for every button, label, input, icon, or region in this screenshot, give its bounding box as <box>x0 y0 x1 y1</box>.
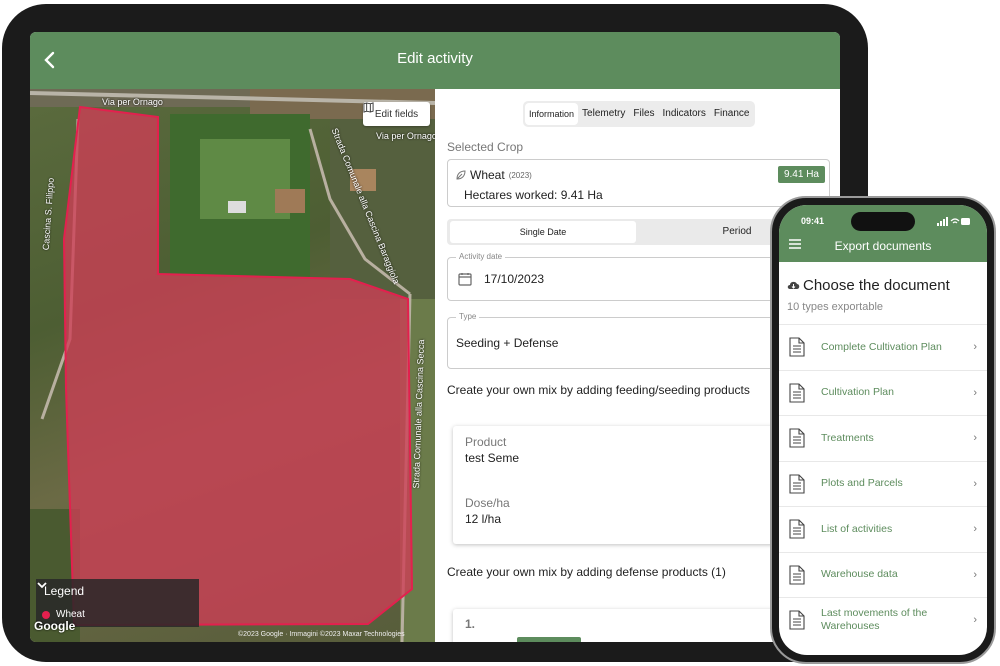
dose-value: 12 l/ha <box>465 512 502 526</box>
chevron-right-icon: › <box>973 386 977 399</box>
type-value: Seeding + Defense <box>456 336 559 350</box>
road-label: Via per Ornago <box>102 97 163 107</box>
heading-text: Choose the document <box>803 277 950 294</box>
document-label: Complete Cultivation Plan <box>821 340 942 353</box>
crop-name: Wheat <box>470 168 505 182</box>
document-icon <box>789 519 805 539</box>
google-logo: Google <box>34 619 76 633</box>
feeding-mix-instruction: Create your own mix by adding feeding/se… <box>447 383 750 397</box>
edit-fields-label: Edit fields <box>374 108 419 120</box>
crop-year: (2023) <box>508 170 532 180</box>
activity-date-legend: Activity date <box>456 252 506 261</box>
dynamic-island <box>851 212 915 231</box>
green-button-partial[interactable] <box>517 637 581 642</box>
calendar-icon <box>458 273 472 286</box>
leaf-icon <box>456 170 466 180</box>
single-date-option[interactable]: Single Date <box>450 221 636 243</box>
product-value: test Seme <box>465 451 520 465</box>
document-label: Cultivation Plan <box>821 386 894 399</box>
document-icon <box>789 610 805 630</box>
document-item[interactable]: Treatments › <box>779 415 987 461</box>
defense-product-card[interactable]: 1. <box>453 609 793 642</box>
wheat-color-swatch <box>42 610 50 619</box>
document-label: List of activities <box>821 522 893 535</box>
road-label: Via per Ornago <box>376 131 435 141</box>
tab-finance[interactable]: Finance <box>710 103 754 125</box>
dose-key: Dose/ha <box>465 496 510 510</box>
document-item[interactable]: Last movements of the Warehouses › <box>779 597 987 643</box>
document-list: Complete Cultivation Plan › Cultivation … <box>779 324 987 643</box>
document-icon <box>789 564 805 585</box>
crop-name-row: Wheat (2023) <box>456 168 532 182</box>
chevron-down-icon[interactable] <box>36 579 48 591</box>
chevron-right-icon: › <box>973 477 977 490</box>
cloud-download-icon <box>787 281 800 289</box>
document-label: Treatments <box>821 431 874 444</box>
document-item[interactable]: List of activities › <box>779 506 987 552</box>
hectares-badge: 9.41 Ha <box>777 166 825 183</box>
document-label: Last movements of the Warehouses <box>821 607 928 633</box>
product-card[interactable]: Product test Seme Dose/ha 12 l/ha <box>453 426 793 544</box>
tab-information[interactable]: Information <box>525 103 579 125</box>
page-title: Edit activity <box>397 50 473 67</box>
choose-document-heading: Choose the document <box>787 277 950 294</box>
tab-indicators[interactable]: Indicators <box>659 103 710 125</box>
selected-crop-card[interactable]: Wheat (2023) 9.41 Ha Hectares worked: 9.… <box>447 159 830 207</box>
status-icons <box>937 217 970 226</box>
document-icon <box>789 337 805 357</box>
tablet-screen: Edit activity Edit fields Via per Ornago… <box>30 32 840 642</box>
defense-item-number: 1. <box>465 617 476 631</box>
chevron-right-icon: › <box>973 341 977 353</box>
tab-telemetry[interactable]: Telemetry <box>578 103 629 125</box>
phone-header: 09:41 Export documents <box>779 205 987 262</box>
satellite-map[interactable]: Edit fields Via per Ornago Via per Ornag… <box>30 89 435 642</box>
defense-mix-instruction: Create your own mix by adding defense pr… <box>447 565 726 579</box>
selected-crop-label: Selected Crop <box>447 140 524 154</box>
phone-screen: 09:41 Export documents Choose the docume… <box>779 205 987 655</box>
document-item[interactable]: Complete Cultivation Plan › <box>779 324 987 370</box>
document-icon <box>789 428 805 448</box>
document-item[interactable]: Warehouse data › <box>779 551 987 598</box>
document-label: Warehouse data <box>821 568 898 581</box>
type-legend: Type <box>456 312 480 321</box>
map-copyright: ©2023 Google · Immagini ©2023 Maxar Tech… <box>238 631 405 638</box>
phone-page-title: Export documents <box>834 239 932 253</box>
chevron-right-icon: › <box>973 614 977 626</box>
status-time: 09:41 <box>801 216 825 226</box>
chevron-right-icon: › <box>973 432 977 444</box>
legend-title: Legend <box>44 584 85 598</box>
map-icon <box>363 102 374 113</box>
product-key: Product <box>465 435 507 449</box>
chevron-right-icon: › <box>973 523 977 535</box>
activity-date-value: 17/10/2023 <box>484 272 545 286</box>
hectares-worked: Hectares worked: 9.41 Ha <box>464 188 603 202</box>
document-item[interactable]: Cultivation Plan › <box>779 369 987 416</box>
tab-files[interactable]: Files <box>629 103 658 125</box>
chevron-right-icon: › <box>973 568 977 581</box>
tablet-frame: Edit activity Edit fields Via per Ornago… <box>2 4 868 662</box>
map-overlay <box>30 89 435 642</box>
document-icon <box>789 382 805 403</box>
marketing-composite: Edit activity Edit fields Via per Ornago… <box>0 0 1000 666</box>
section-tabs: Information Telemetry Files Indicators F… <box>523 101 755 127</box>
types-count: 10 types exportable <box>787 301 884 313</box>
document-icon <box>789 473 805 494</box>
phone-frame: 09:41 Export documents Choose the docume… <box>770 196 996 664</box>
edit-fields-button[interactable]: Edit fields <box>363 102 430 126</box>
app-header: Edit activity <box>30 32 840 89</box>
document-item[interactable]: Plots and Parcels › <box>779 460 987 507</box>
document-label: Plots and Parcels <box>821 477 903 490</box>
